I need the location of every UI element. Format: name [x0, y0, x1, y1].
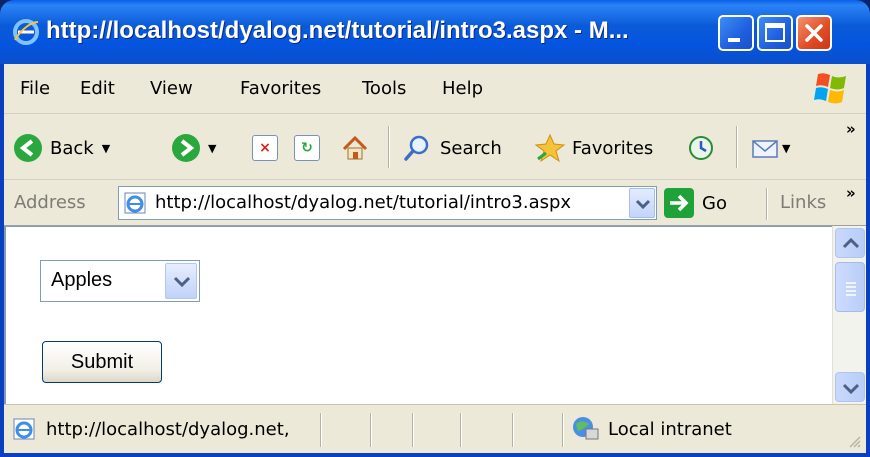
- favorites-button[interactable]: Favorites: [534, 130, 653, 166]
- status-divider: [320, 413, 322, 447]
- address-input[interactable]: http://localhost/dyalog.net/tutorial/int…: [118, 186, 657, 220]
- scroll-down-button[interactable]: [835, 372, 865, 402]
- chevron-up-icon: [842, 237, 860, 249]
- close-icon: [805, 24, 823, 42]
- go-label: Go: [702, 192, 727, 214]
- home-icon: [342, 135, 368, 160]
- status-divider: [512, 413, 514, 447]
- address-separator: [766, 188, 768, 220]
- fruit-select-dropdown-button[interactable]: [165, 263, 197, 299]
- address-url: http://localhost/dyalog.net/tutorial/int…: [155, 192, 572, 213]
- forward-button[interactable]: ▼: [172, 130, 216, 166]
- menu-tools[interactable]: Tools: [362, 78, 406, 99]
- mail-dropdown-icon[interactable]: ▼: [782, 142, 790, 155]
- scroll-up-button[interactable]: [835, 228, 865, 258]
- go-arrow-icon: [664, 188, 694, 218]
- refresh-icon: ↻: [294, 135, 320, 161]
- menu-view[interactable]: View: [150, 78, 193, 99]
- toolbar-overflow-chevron-icon[interactable]: »: [846, 120, 856, 138]
- fruit-select[interactable]: Apples: [40, 260, 200, 302]
- back-label: Back: [50, 137, 94, 159]
- fruit-select-value: Apples: [51, 269, 113, 291]
- back-arrow-icon: [14, 134, 42, 162]
- chevron-down-icon: [173, 276, 191, 288]
- address-dropdown-button[interactable]: [629, 188, 655, 218]
- status-divider: [412, 413, 414, 447]
- favorites-label: Favorites: [572, 137, 654, 159]
- page-icon: [124, 192, 146, 214]
- submit-button[interactable]: Submit: [42, 341, 162, 383]
- security-zone: Local intranet: [608, 419, 732, 440]
- window-title: http://localhost/dyalog.net/tutorial/int…: [46, 17, 629, 44]
- scroll-thumb[interactable]: [835, 262, 865, 312]
- window-frame-right: [866, 64, 870, 457]
- menu-bar: File Edit View Favorites Tools Help: [4, 64, 866, 114]
- back-dropdown-icon[interactable]: ▼: [102, 142, 110, 155]
- menu-favorites[interactable]: Favorites: [240, 78, 321, 99]
- standard-toolbar: Back ▼ ▼ × ↻ Search Favorites ▼ »: [4, 114, 866, 180]
- chevron-down-icon: [635, 199, 651, 210]
- history-icon: [689, 136, 713, 160]
- mail-icon: [752, 140, 778, 158]
- close-button[interactable]: [796, 15, 832, 51]
- page-icon: [13, 418, 35, 440]
- toolbar-separator-2: [736, 126, 738, 168]
- menu-edit[interactable]: Edit: [80, 78, 115, 99]
- grip-lines-icon: [846, 282, 856, 296]
- browser-window: http://localhost/dyalog.net/tutorial/int…: [0, 0, 870, 457]
- links-overflow-chevron-icon[interactable]: »: [846, 184, 856, 202]
- stop-icon: ×: [252, 135, 278, 161]
- ie-logo-icon: [13, 19, 39, 45]
- menu-help[interactable]: Help: [442, 78, 483, 99]
- toolbar-separator: [388, 126, 390, 168]
- maximize-icon: [765, 23, 785, 42]
- search-button[interactable]: Search: [402, 130, 502, 166]
- status-divider: [562, 413, 564, 447]
- local-intranet-icon: [573, 417, 599, 440]
- menu-file[interactable]: File: [20, 78, 50, 99]
- status-divider: [460, 413, 462, 447]
- page-content: Apples Submit: [4, 226, 866, 404]
- windows-logo-icon: [814, 73, 846, 104]
- title-bar[interactable]: http://localhost/dyalog.net/tutorial/int…: [0, 0, 870, 64]
- maximize-button[interactable]: [757, 15, 793, 51]
- window-frame-bottom: [0, 453, 870, 457]
- refresh-button[interactable]: ↻: [294, 130, 320, 166]
- stop-button[interactable]: ×: [252, 130, 278, 166]
- status-text: http://localhost/dyalog.net,: [46, 419, 290, 440]
- chevron-down-icon: [842, 383, 860, 395]
- resize-grip-icon[interactable]: [846, 433, 862, 449]
- minimize-icon: [728, 38, 740, 42]
- history-button[interactable]: [686, 130, 716, 166]
- mail-button[interactable]: ▼: [750, 130, 790, 166]
- favorites-star-icon: [534, 133, 566, 163]
- home-button[interactable]: [340, 130, 370, 166]
- go-button[interactable]: Go: [664, 188, 727, 218]
- links-toolbar[interactable]: Links: [780, 192, 826, 213]
- address-label: Address: [14, 192, 86, 213]
- forward-arrow-icon: [172, 134, 200, 162]
- vertical-scrollbar[interactable]: [832, 226, 866, 404]
- minimize-button[interactable]: [718, 15, 754, 51]
- search-icon: [404, 135, 429, 161]
- address-bar: Address http://localhost/dyalog.net/tuto…: [4, 180, 866, 226]
- status-divider: [370, 413, 372, 447]
- search-label: Search: [440, 137, 502, 159]
- status-bar: http://localhost/dyalog.net, Local intra…: [4, 404, 866, 453]
- forward-dropdown-icon[interactable]: ▼: [208, 142, 216, 155]
- back-button[interactable]: Back ▼: [14, 130, 110, 166]
